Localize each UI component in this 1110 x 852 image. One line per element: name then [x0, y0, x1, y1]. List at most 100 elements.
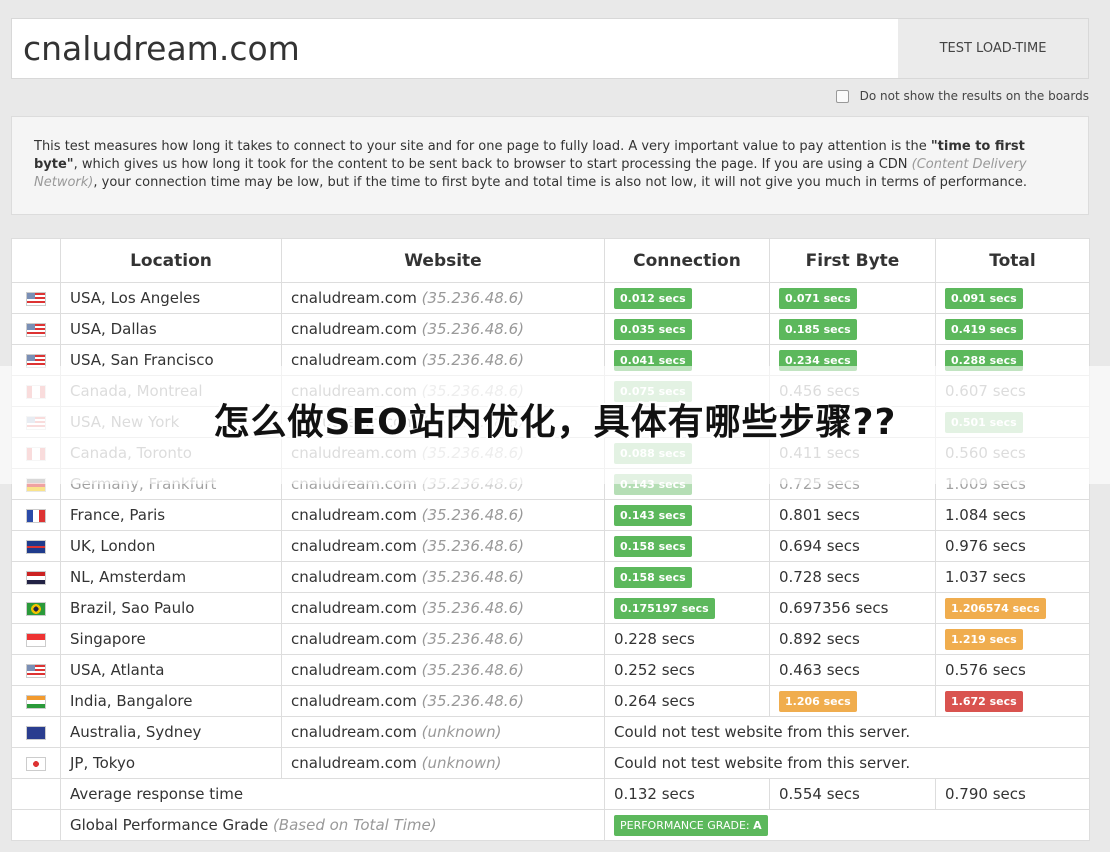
website-name: cnaludream.com	[291, 692, 417, 710]
website-name: cnaludream.com	[291, 661, 417, 679]
website-cell: cnaludream.com (35.236.48.6)	[281, 499, 605, 531]
first-byte-cell: 0.801 secs	[769, 499, 936, 531]
website-name: cnaludream.com	[291, 723, 417, 741]
website-ip: (35.236.48.6)	[421, 630, 524, 648]
website-name: cnaludream.com	[291, 537, 417, 555]
connection-cell-badge: 0.158 secs	[614, 535, 692, 557]
connection-cell: 0.143 secs	[604, 499, 770, 531]
flag-cell	[11, 685, 61, 717]
table-row: NL, Amsterdam cnaludream.com (35.236.48.6…	[11, 561, 1090, 593]
connection-cell-badge: 0.012 secs	[614, 287, 692, 309]
connection-cell: 0.228 secs	[604, 623, 770, 655]
location-cell: JP, Tokyo	[60, 747, 282, 779]
total-header: Total	[935, 238, 1090, 283]
table-row: India, Bangalore cnaludream.com (35.236.4…	[11, 685, 1090, 717]
uk-flag-icon	[26, 539, 46, 554]
grade-flag-cell	[11, 809, 61, 841]
location-cell: France, Paris	[60, 499, 282, 531]
grade-label-cell: Global Performance Grade (Based on Total…	[60, 809, 605, 841]
first-byte-header: First Byte	[769, 238, 936, 283]
location-cell: NL, Amsterdam	[60, 561, 282, 593]
website-ip: (35.236.48.6)	[421, 506, 524, 524]
description-text-3: , your connection time may be low, but i…	[93, 175, 1028, 190]
description-text-1: This test measures how long it takes to …	[34, 139, 931, 154]
error-message-cell: Could not test website from this server.	[604, 747, 1090, 779]
hide-results-checkbox[interactable]	[835, 89, 849, 103]
jp-flag-icon	[26, 756, 46, 771]
website-cell: cnaludream.com (35.236.48.6)	[281, 685, 605, 717]
table-row-error: Australia, Sydney cnaludream.com (unknown…	[11, 716, 1090, 748]
in-flag-icon	[26, 694, 46, 709]
au-flag-icon	[26, 725, 46, 740]
website-cell: cnaludream.com (35.236.48.6)	[281, 592, 605, 624]
website-cell: cnaludream.com (35.236.48.6)	[281, 282, 605, 314]
total-cell: 1.084 secs	[935, 499, 1090, 531]
total-cell-badge: 0.419 secs	[945, 318, 1023, 340]
flag-cell	[11, 747, 61, 779]
website-ip: (35.236.48.6)	[421, 599, 524, 617]
website-name: cnaludream.com	[291, 599, 417, 617]
connection-cell-badge: 0.175197 secs	[614, 597, 715, 619]
search-bar: TEST LOAD-TIME	[11, 18, 1089, 79]
hide-results-label: Do not show the results on the boards	[859, 89, 1089, 103]
flag-header	[11, 238, 61, 283]
performance-grade-label: PERFORMANCE GRADE:	[620, 818, 750, 832]
location-cell: USA, Los Angeles	[60, 282, 282, 314]
average-row: Average response time 0.132 secs 0.554 sec…	[11, 778, 1090, 810]
test-load-time-button[interactable]: TEST LOAD-TIME	[898, 19, 1088, 78]
location-header: Location	[60, 238, 282, 283]
first-byte-cell: 0.728 secs	[769, 561, 936, 593]
table-row: Brazil, Sao Paulo cnaludream.com (35.236.…	[11, 592, 1090, 624]
connection-cell-badge: 0.143 secs	[614, 504, 692, 526]
total-cell: 1.672 secs	[935, 685, 1090, 717]
connection-cell: 0.175197 secs	[604, 592, 770, 624]
connection-cell: 0.035 secs	[604, 313, 770, 345]
results-table: Location Website Connection First Byte T…	[11, 238, 1090, 841]
total-cell: 1.206574 secs	[935, 592, 1090, 624]
website-ip: (unknown)	[421, 723, 502, 741]
website-name: cnaludream.com	[291, 289, 417, 307]
average-conn: 0.132 secs	[604, 778, 770, 810]
us-flag-icon	[26, 663, 46, 678]
total-cell: 1.037 secs	[935, 561, 1090, 593]
first-byte-cell: 1.206 secs	[769, 685, 936, 717]
average-flag-cell	[11, 778, 61, 810]
table-row: USA, Los Angeles cnaludream.com (35.236.4…	[11, 282, 1090, 314]
test-description: This test measures how long it takes to …	[11, 116, 1089, 215]
first-byte-cell-badge: 0.071 secs	[779, 287, 857, 309]
connection-header: Connection	[604, 238, 770, 283]
description-text-2: , which gives us how long it took for th…	[73, 157, 912, 172]
website-ip: (35.236.48.6)	[421, 320, 524, 338]
location-cell: Australia, Sydney	[60, 716, 282, 748]
website-name: cnaludream.com	[291, 506, 417, 524]
first-byte-cell: 0.697356 secs	[769, 592, 936, 624]
location-cell: Singapore	[60, 623, 282, 655]
website-cell: cnaludream.com (35.236.48.6)	[281, 530, 605, 562]
performance-grade-badge: PERFORMANCE GRADE: A	[614, 814, 768, 836]
website-cell: cnaludream.com (35.236.48.6)	[281, 313, 605, 345]
table-row: USA, Dallas cnaludream.com (35.236.48.6) 0…	[11, 313, 1090, 345]
total-cell: 0.576 secs	[935, 654, 1090, 686]
website-cell: cnaludream.com (35.236.48.6)	[281, 623, 605, 655]
overlay-headline: 怎么做SEO站内优化，具体有哪些步骤??	[213, 402, 897, 443]
total-cell: 0.976 secs	[935, 530, 1090, 562]
hide-results-option[interactable]: Do not show the results on the boards	[835, 89, 1089, 103]
website-name: cnaludream.com	[291, 320, 417, 338]
total-cell-badge: 0.091 secs	[945, 287, 1023, 309]
flag-cell	[11, 561, 61, 593]
flag-cell	[11, 716, 61, 748]
flag-cell	[11, 282, 61, 314]
url-input[interactable]	[12, 19, 898, 78]
location-cell: USA, Dallas	[60, 313, 282, 345]
table-header-row: Location Website Connection First Byte T…	[11, 238, 1090, 283]
website-name: cnaludream.com	[291, 754, 417, 772]
connection-cell: 0.158 secs	[604, 561, 770, 593]
table-row: UK, London cnaludream.com (35.236.48.6) 0.…	[11, 530, 1090, 562]
website-ip: (35.236.48.6)	[421, 568, 524, 586]
flag-cell	[11, 654, 61, 686]
website-name: cnaludream.com	[291, 568, 417, 586]
first-byte-cell: 0.071 secs	[769, 282, 936, 314]
error-message-cell: Could not test website from this server.	[604, 716, 1090, 748]
flag-cell	[11, 623, 61, 655]
total-cell-badge: 1.672 secs	[945, 690, 1023, 712]
